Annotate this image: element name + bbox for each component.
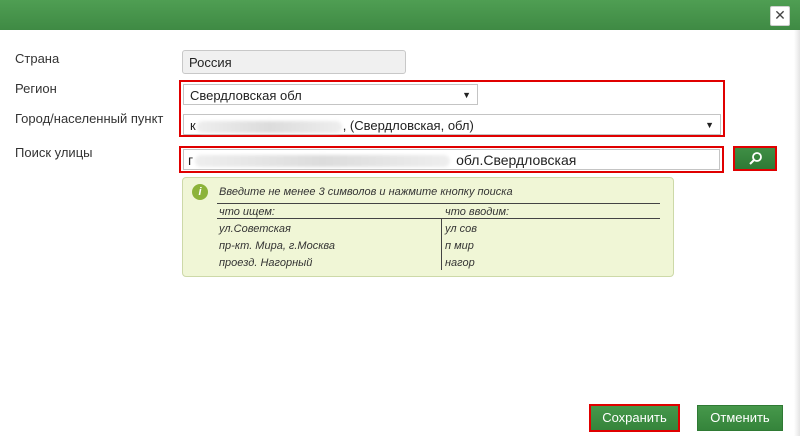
hint-row-search: проезд. Нагорный <box>219 257 313 269</box>
dialog-edge-shadow <box>794 30 800 436</box>
region-select[interactable]: Свердловская обл ▼ <box>183 84 478 105</box>
hint-title: Введите не менее 3 символов и нажмите кн… <box>219 186 513 198</box>
city-label: Город/населенный пункт <box>15 111 164 126</box>
info-icon: i <box>192 184 208 200</box>
city-select[interactable]: к , (Свердловская, обл) ▼ <box>183 114 721 135</box>
hint-divider <box>217 203 660 204</box>
dialog-titlebar: ✕ <box>0 0 800 30</box>
country-label: Страна <box>15 51 60 66</box>
chevron-down-icon: ▼ <box>462 90 471 100</box>
hint-row-input: нагор <box>445 257 475 269</box>
redacted-text <box>195 155 451 168</box>
save-button[interactable]: Сохранить <box>589 404 680 432</box>
city-select-prefix: к <box>190 118 196 133</box>
cancel-button[interactable]: Отменить <box>697 405 783 431</box>
chevron-down-icon: ▼ <box>705 120 714 130</box>
hint-row-input: п мир <box>445 240 474 252</box>
hint-row-search: пр-кт. Мира, г.Москва <box>219 240 336 252</box>
region-label: Регион <box>15 81 57 96</box>
search-button[interactable] <box>733 146 777 171</box>
hint-row-search: ул.Советская <box>219 223 291 235</box>
search-icon <box>749 152 762 165</box>
hint-col-left: что ищем: <box>219 206 275 218</box>
hint-divider <box>217 218 660 219</box>
close-icon[interactable]: ✕ <box>770 6 790 26</box>
street-input-prefix: г <box>188 152 194 168</box>
hint-column-divider <box>441 218 442 270</box>
redacted-text <box>196 120 342 133</box>
city-select-value: , (Свердловская, обл) <box>342 118 474 133</box>
search-hint-box: i Введите не менее 3 символов и нажмите … <box>182 177 674 277</box>
country-field[interactable]: Россия <box>182 50 406 74</box>
hint-row-input: ул сов <box>445 223 477 235</box>
street-input-value: обл.Свердловская <box>456 152 577 168</box>
hint-col-right: что вводим: <box>445 206 510 218</box>
street-search-input[interactable]: г обл.Свердловская <box>183 149 720 170</box>
street-label: Поиск улицы <box>15 145 93 160</box>
region-select-value: Свердловская обл <box>190 88 302 103</box>
